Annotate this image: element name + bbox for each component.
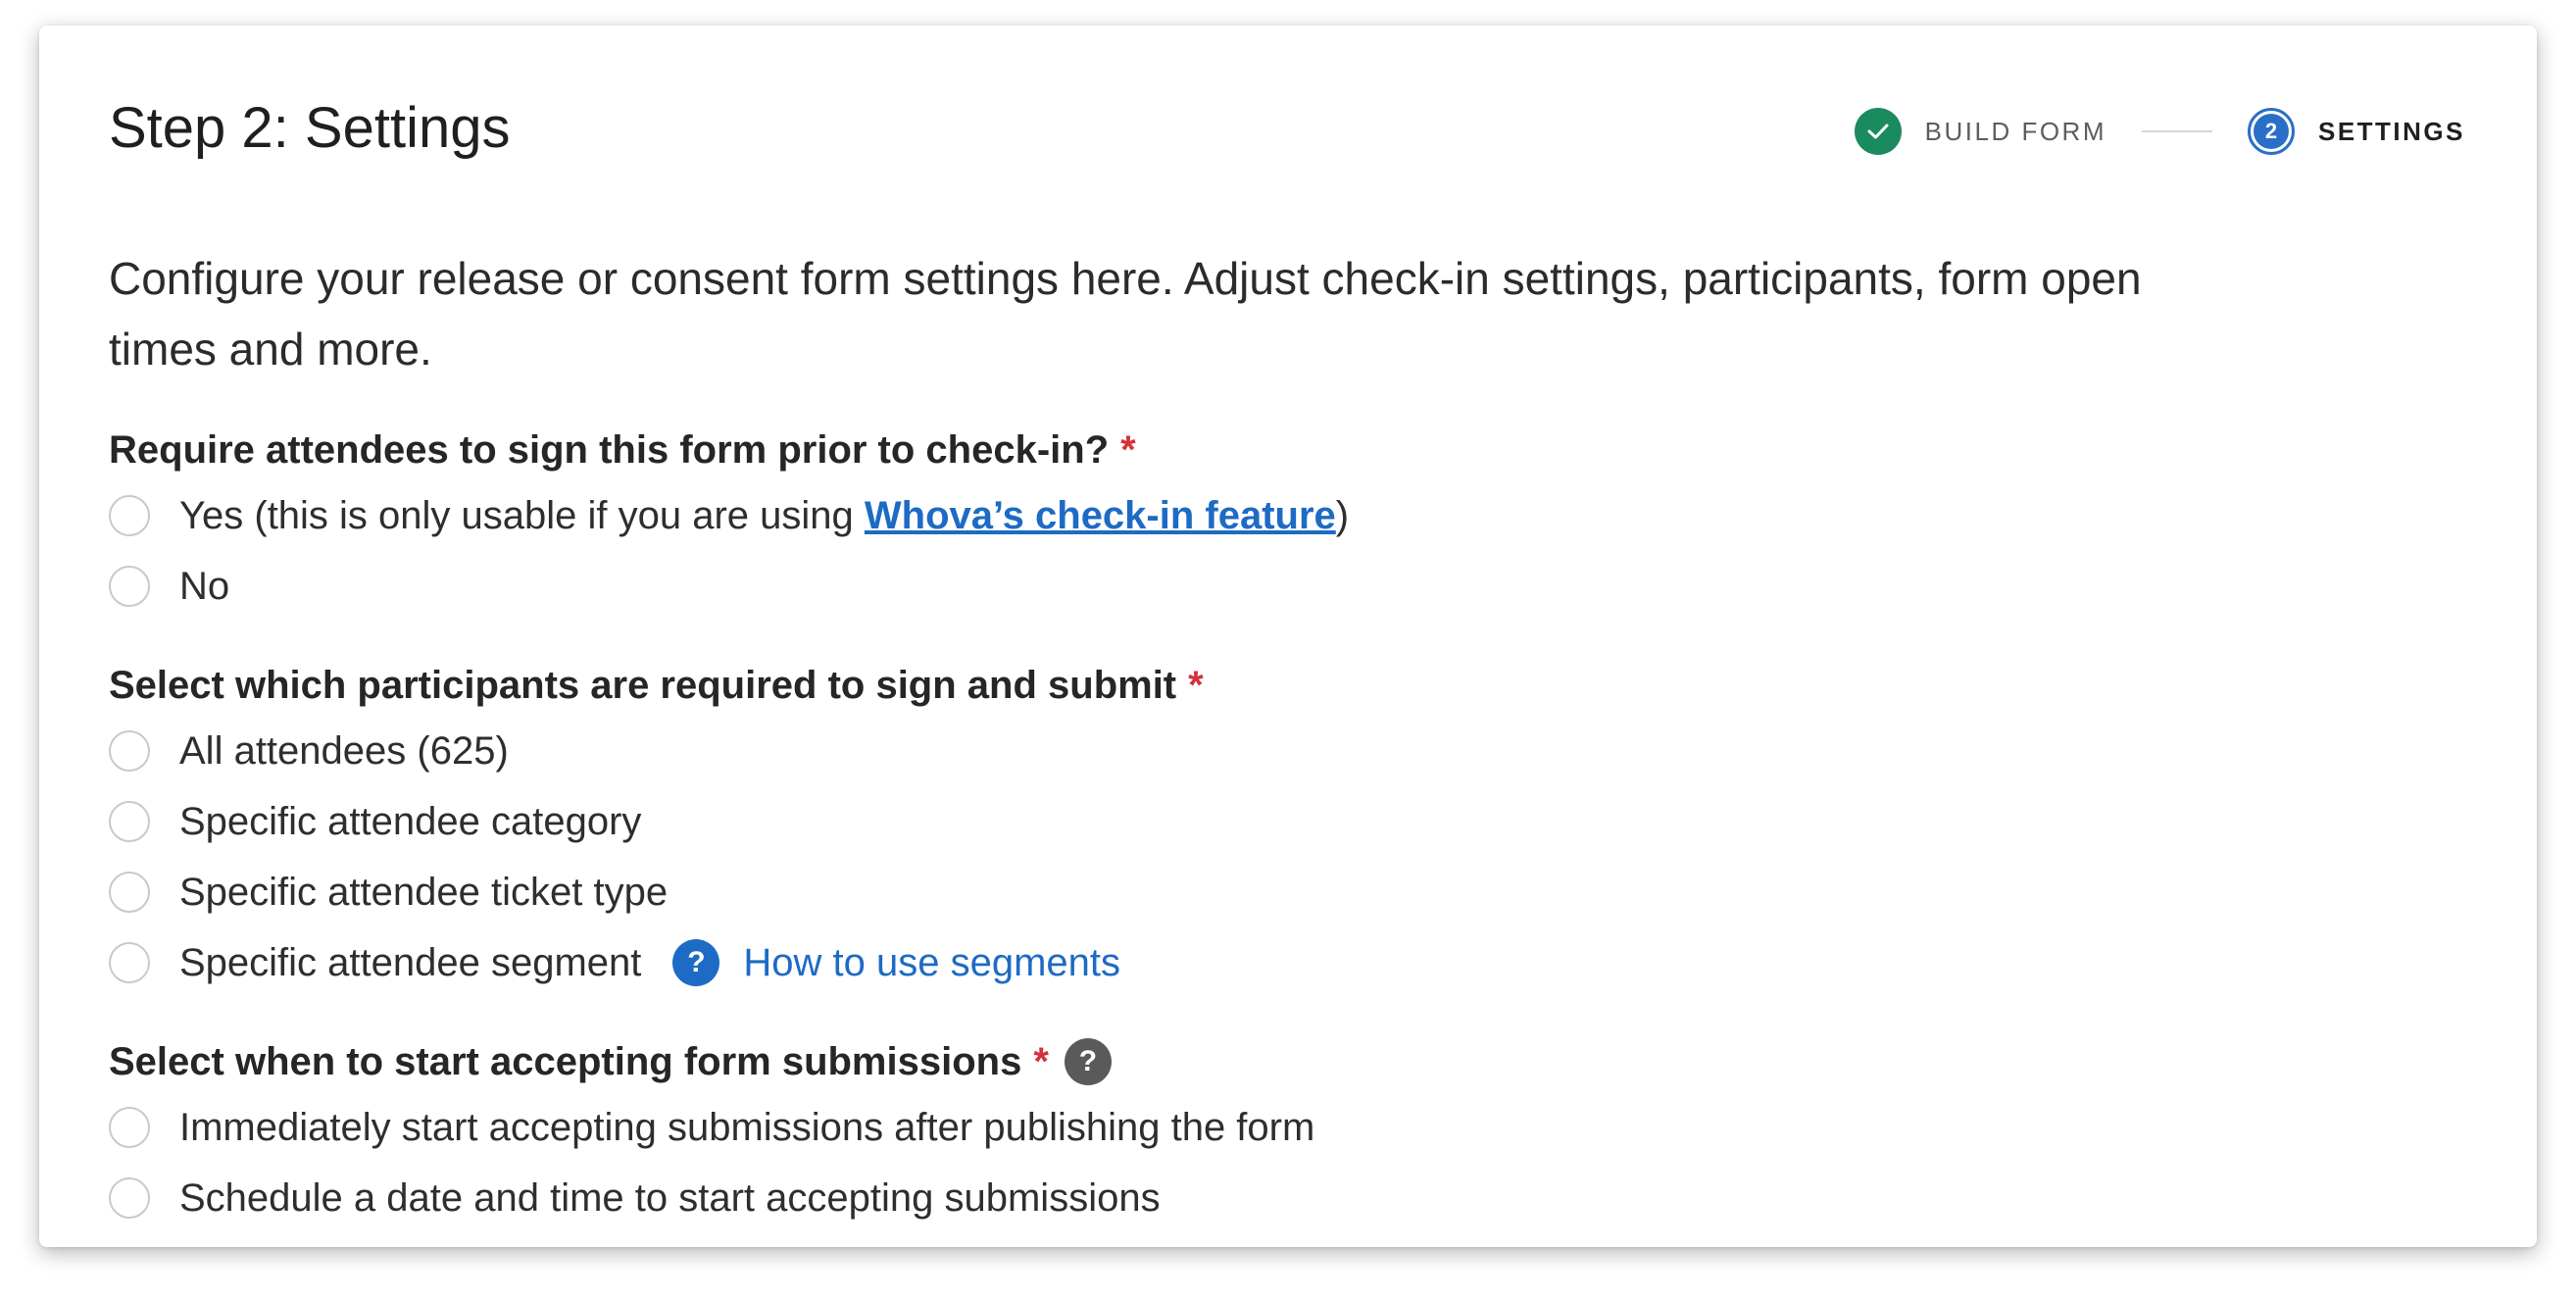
radio-start-immediately[interactable]	[109, 1107, 150, 1148]
required-asterisk: *	[1033, 1039, 1049, 1083]
checkin-question-text: Require attendees to sign this form prio…	[109, 427, 1110, 472]
start-question: Select when to start accepting form subm…	[109, 1037, 1314, 1086]
step-label-build-form: BUILD FORM	[1924, 116, 2106, 146]
participants-option-segment[interactable]: Specific attendee segment ? How to use s…	[109, 927, 1204, 998]
step-number-badge: 2	[2247, 108, 2295, 155]
radio-participants-all[interactable]	[109, 730, 150, 772]
checkin-option-yes[interactable]: Yes (this is only usable if you are usin…	[109, 480, 1349, 551]
checkin-option-no[interactable]: No	[109, 551, 1349, 622]
radio-participants-segment[interactable]	[109, 942, 150, 983]
participants-option-category[interactable]: Specific attendee category	[109, 786, 1204, 857]
start-question-text: Select when to start accepting form subm…	[109, 1039, 1022, 1083]
checkin-question: Require attendees to sign this form prio…	[109, 425, 1349, 475]
step-number: 2	[2253, 114, 2289, 149]
checkin-option-yes-label: Yes (this is only usable if you are usin…	[179, 493, 865, 537]
required-asterisk: *	[1188, 663, 1204, 707]
start-option-schedule[interactable]: Schedule a date and time to start accept…	[109, 1163, 1314, 1233]
page-description: Configure your release or consent form s…	[109, 253, 2142, 375]
stepper-connector	[2141, 130, 2212, 132]
participants-option-ticket[interactable]: Specific attendee ticket type	[109, 857, 1204, 927]
participants-option-all[interactable]: All attendees (625)	[109, 716, 1204, 786]
radio-participants-ticket[interactable]	[109, 872, 150, 913]
settings-card: Step 2: Settings BUILD FORM 2 SETTINGS C…	[39, 25, 2537, 1247]
check-icon	[1854, 108, 1902, 155]
start-option-immediately[interactable]: Immediately start accepting submissions …	[109, 1092, 1314, 1163]
checkin-option-yes-suffix: )	[1335, 493, 1350, 537]
radio-participants-category[interactable]	[109, 801, 150, 842]
question-mark-icon[interactable]: ?	[672, 939, 720, 986]
checkin-option-no-label: No	[179, 564, 230, 608]
participants-section: Select which participants are required t…	[109, 661, 1204, 998]
stepper: BUILD FORM 2 SETTINGS	[1854, 108, 2465, 155]
segments-help-link[interactable]: How to use segments	[743, 941, 1120, 985]
page-title: Step 2: Settings	[109, 96, 511, 160]
radio-checkin-yes[interactable]	[109, 495, 150, 536]
step-settings[interactable]: 2 SETTINGS	[2247, 108, 2465, 155]
step-label-settings: SETTINGS	[2317, 116, 2465, 146]
question-mark-icon[interactable]: ?	[1064, 1038, 1112, 1085]
radio-start-schedule[interactable]	[109, 1177, 150, 1219]
start-section: Select when to start accepting form subm…	[109, 1037, 1314, 1233]
participants-question: Select which participants are required t…	[109, 661, 1204, 710]
radio-checkin-no[interactable]	[109, 566, 150, 607]
participants-question-text: Select which participants are required t…	[109, 663, 1177, 707]
step-build-form[interactable]: BUILD FORM	[1854, 108, 2106, 155]
checkin-section: Require attendees to sign this form prio…	[109, 425, 1349, 622]
participants-option-category-label: Specific attendee category	[179, 799, 642, 843]
participants-option-all-label: All attendees (625)	[179, 728, 509, 773]
start-option-immediately-label: Immediately start accepting submissions …	[179, 1105, 1315, 1149]
required-asterisk: *	[1120, 427, 1136, 472]
participants-option-segment-label: Specific attendee segment	[179, 940, 642, 984]
participants-option-ticket-label: Specific attendee ticket type	[179, 870, 669, 914]
checkin-feature-link[interactable]: Whova’s check-in feature	[865, 494, 1336, 538]
start-option-schedule-label: Schedule a date and time to start accept…	[179, 1175, 1161, 1220]
